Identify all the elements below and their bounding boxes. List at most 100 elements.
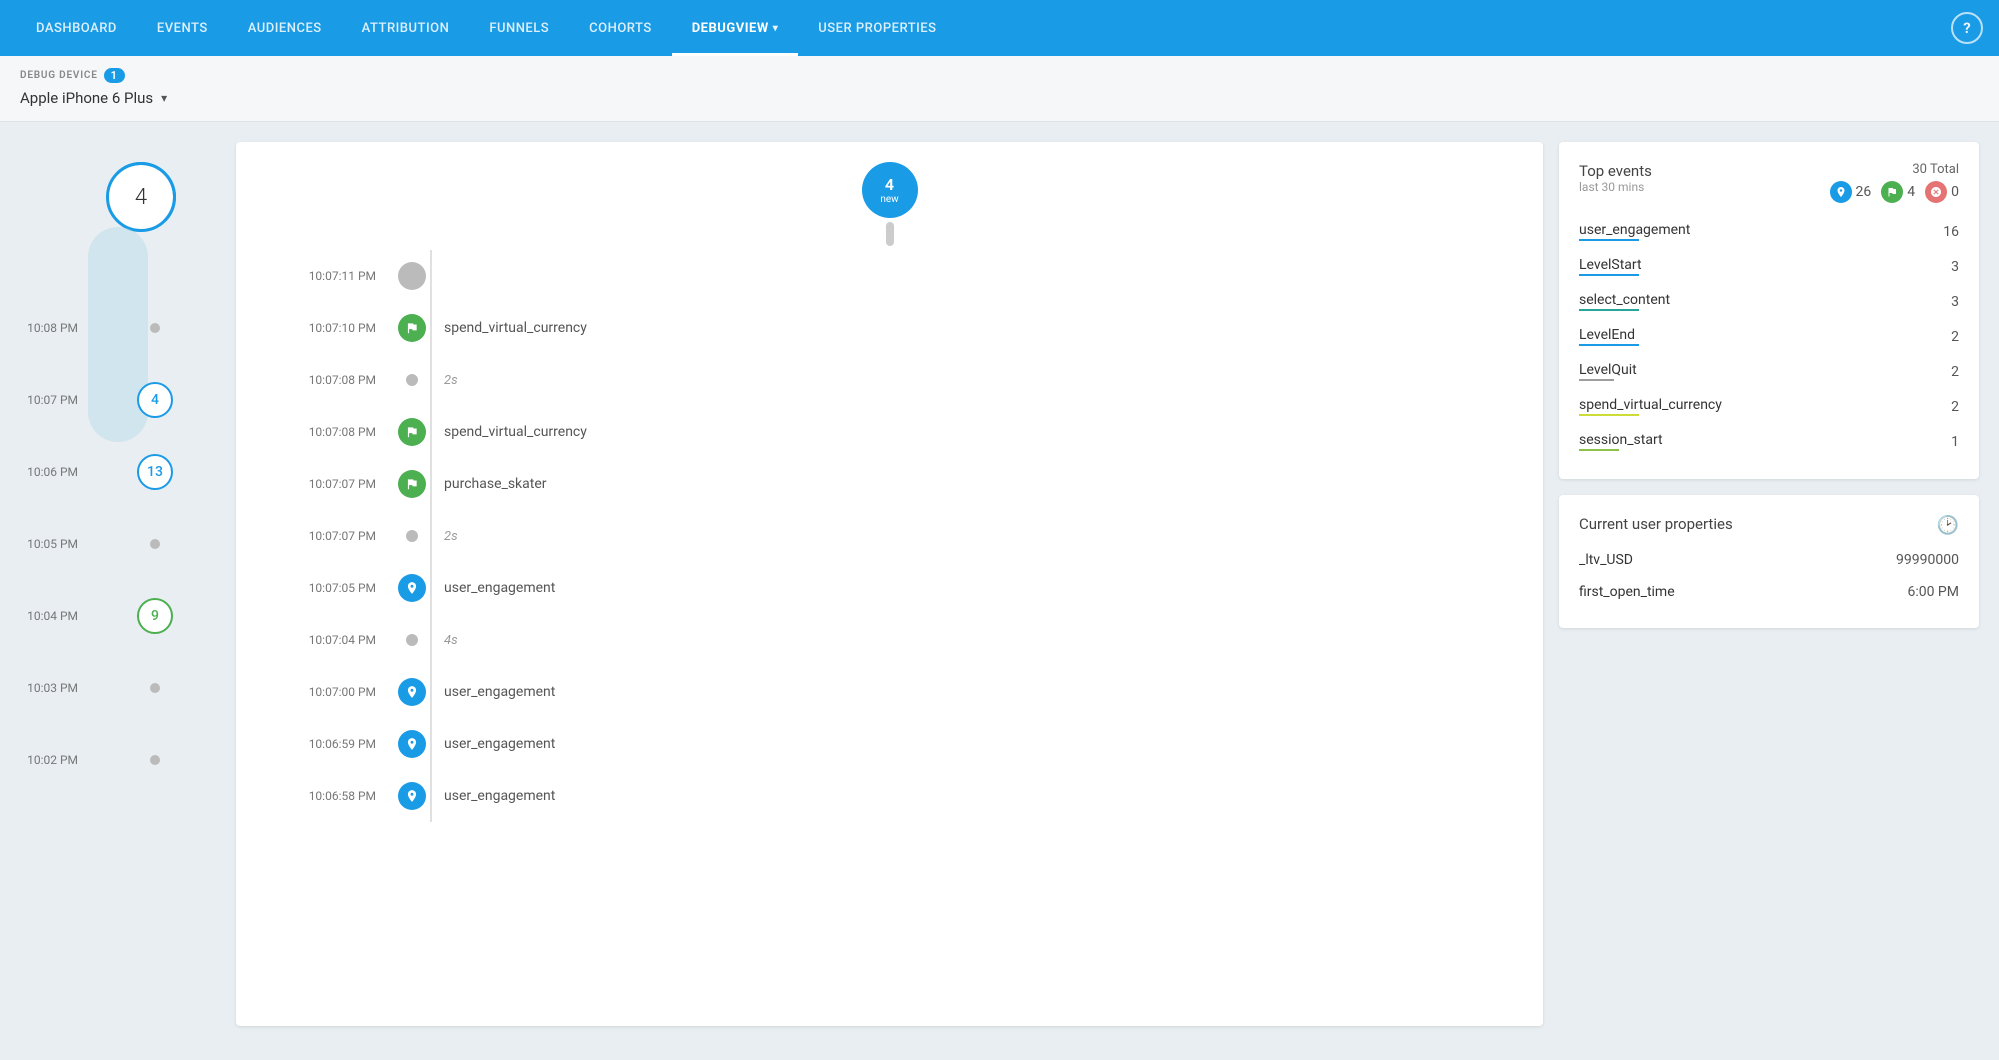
nav-funnels[interactable]: FUNNELS — [469, 0, 569, 56]
dot-1002 — [150, 755, 160, 765]
top-events-title: Top events — [1579, 162, 1652, 180]
bubble-1006[interactable]: 13 — [137, 454, 173, 490]
top-events-card: Top events last 30 mins 30 Total 26 — [1559, 142, 1979, 479]
event-row-6[interactable]: 10:07:05 PM user_engagement — [236, 562, 1543, 614]
top-events-subtitle: last 30 mins — [1579, 180, 1652, 194]
vert-line-2 — [430, 354, 432, 406]
event-time-2: 10:07:08 PM — [276, 373, 396, 387]
stat-name-levelstart: LevelStart — [1579, 257, 1642, 276]
event-circle-4 — [398, 470, 426, 498]
stat-name-select-content: select_content — [1579, 292, 1670, 311]
user-prop-ltv: _ltv_USD 99990000 — [1579, 544, 1959, 576]
new-events-bubble[interactable]: 4 new — [862, 162, 918, 218]
event-time-0: 10:07:11 PM — [276, 269, 396, 283]
event-icon-7 — [396, 634, 428, 646]
top-bubble-container: 4 — [106, 162, 176, 232]
nav-attribution[interactable]: ATTRIBUTION — [342, 0, 470, 56]
orange-count-icon — [1925, 181, 1947, 203]
stat-name-user-engagement: user_engagement — [1579, 222, 1690, 241]
events-panel: 4 new 10:07:11 PM 10:07:10 PM — [236, 142, 1543, 1026]
event-name-2: 2s — [428, 373, 458, 388]
help-button[interactable]: ? — [1951, 12, 1983, 44]
user-prop-first-open: first_open_time 6:00 PM — [1579, 576, 1959, 608]
connector-1006: 13 — [90, 454, 220, 490]
top-bubble: 4 — [106, 162, 176, 232]
stat-item-levelstart[interactable]: LevelStart 3 — [1579, 249, 1959, 284]
event-circle-2 — [406, 374, 418, 386]
event-row-4[interactable]: 10:07:07 PM purchase_skater — [236, 458, 1543, 510]
user-prop-list: _ltv_USD 99990000 first_open_time 6:00 P… — [1579, 544, 1959, 608]
connector-1003 — [90, 683, 220, 693]
vert-line-8 — [430, 666, 432, 718]
stat-item-user-engagement[interactable]: user_engagement 16 — [1579, 214, 1959, 249]
user-props-title: Current user properties — [1579, 515, 1733, 533]
green-count-item: 4 — [1881, 181, 1915, 203]
green-count-value: 4 — [1907, 184, 1915, 200]
event-time-1: 10:07:10 PM — [276, 321, 396, 335]
stat-count-levelend: 2 — [1951, 329, 1959, 345]
new-label: new — [880, 194, 898, 205]
event-row-9[interactable]: 10:06:59 PM user_engagement — [236, 718, 1543, 770]
stat-item-levelend[interactable]: LevelEnd 2 — [1579, 319, 1959, 354]
vert-line-1 — [430, 302, 432, 354]
nav-bar: DASHBOARD EVENTS AUDIENCES ATTRIBUTION F… — [0, 0, 1999, 56]
event-circle-7 — [406, 634, 418, 646]
event-row-2: 10:07:08 PM 2s — [236, 354, 1543, 406]
icon-counts: 26 4 0 — [1830, 181, 1960, 203]
timeline-row-1002: 10:02 PM — [20, 724, 220, 796]
event-time-10: 10:06:58 PM — [276, 789, 396, 803]
history-icon[interactable]: 🕑 — [1937, 515, 1959, 536]
nav-dashboard[interactable]: DASHBOARD — [16, 0, 137, 56]
event-icon-3 — [396, 418, 428, 446]
prop-val-ltv: 99990000 — [1896, 552, 1959, 568]
event-name-6: user_engagement — [428, 580, 555, 596]
nav-user-properties[interactable]: USER PROPERTIES — [798, 0, 956, 56]
device-dropdown-arrow: ▾ — [161, 91, 167, 105]
new-count: 4 — [885, 175, 894, 194]
stat-name-levelend: LevelEnd — [1579, 327, 1635, 346]
stat-item-session-start[interactable]: session_start 1 — [1579, 424, 1959, 459]
nav-events[interactable]: EVENTS — [137, 0, 228, 56]
bubble-1004[interactable]: 9 — [137, 598, 173, 634]
stat-name-spend-virtual: spend_virtual_currency — [1579, 397, 1722, 416]
event-row-8[interactable]: 10:07:00 PM user_engagement — [236, 666, 1543, 718]
event-stat-list: user_engagement 16 LevelStart 3 select_c… — [1579, 214, 1959, 459]
timeline-row-1004: 10:04 PM 9 — [20, 580, 220, 652]
dot-1008 — [150, 323, 160, 333]
time-1008: 10:08 PM — [20, 321, 90, 335]
event-circle-0 — [398, 262, 426, 290]
red-count-value: 0 — [1951, 184, 1959, 200]
nav-debugview[interactable]: DEBUGVIEW ▾ — [672, 0, 799, 56]
stat-name-session-start: session_start — [1579, 432, 1663, 451]
event-row-10[interactable]: 10:06:58 PM user_engagement — [236, 770, 1543, 822]
bubble-1007[interactable]: 4 — [137, 382, 173, 418]
timeline-row-1007: 10:07 PM 4 — [20, 364, 220, 436]
connector-1002 — [90, 755, 220, 765]
vert-line-6 — [430, 562, 432, 614]
stat-item-select-content[interactable]: select_content 3 — [1579, 284, 1959, 319]
event-icon-2 — [396, 374, 428, 386]
blue-count-item: 26 — [1830, 181, 1872, 203]
nav-cohorts[interactable]: COHORTS — [569, 0, 672, 56]
green-count-icon — [1881, 181, 1903, 203]
event-row-3[interactable]: 10:07:08 PM spend_virtual_currency — [236, 406, 1543, 458]
time-1004: 10:04 PM — [20, 609, 90, 623]
event-row-1[interactable]: 10:07:10 PM spend_virtual_currency — [236, 302, 1543, 354]
event-circle-6 — [398, 574, 426, 602]
dot-1003 — [150, 683, 160, 693]
event-name-8: user_engagement — [428, 684, 555, 700]
top-events-total: 30 Total — [1830, 162, 1960, 177]
stat-name-levelquit: LevelQuit — [1579, 362, 1637, 381]
stat-count-levelstart: 3 — [1951, 259, 1959, 275]
event-icon-9 — [396, 730, 428, 758]
stat-item-levelquit[interactable]: LevelQuit 2 — [1579, 354, 1959, 389]
stat-item-spend-virtual[interactable]: spend_virtual_currency 2 — [1579, 389, 1959, 424]
event-name-3: spend_virtual_currency — [428, 424, 587, 440]
event-row-5: 10:07:07 PM 2s — [236, 510, 1543, 562]
nav-audiences[interactable]: AUDIENCES — [228, 0, 342, 56]
prop-key-ltv: _ltv_USD — [1579, 552, 1633, 568]
event-time-3: 10:07:08 PM — [276, 425, 396, 439]
device-selector[interactable]: Apple iPhone 6 Plus ▾ — [20, 89, 1979, 107]
event-circle-3 — [398, 418, 426, 446]
vert-line-7 — [430, 614, 432, 666]
